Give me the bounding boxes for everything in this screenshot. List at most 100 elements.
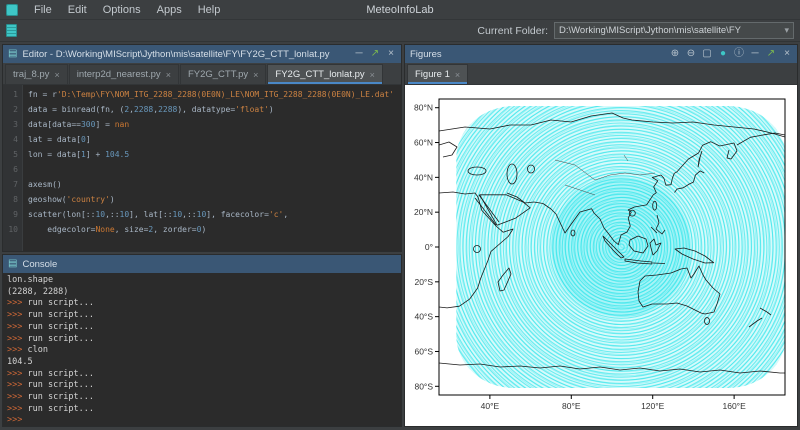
code-line: data = binread(fn, (2,2288,2288), dataty…: [28, 102, 401, 117]
console-line: >>> run script...: [7, 404, 397, 416]
new-script-icon[interactable]: [6, 24, 17, 37]
figures-titlebar[interactable]: Figures ⊕ ⊖ ▢ ● ⓘ ─ ↗ ×: [405, 45, 797, 63]
current-folder-value: D:\Working\MIScript\Jython\mis\satellite…: [559, 25, 780, 36]
map-plot: 40°E80°E120°E160°E80°N60°N40°N20°N0°20°S…: [405, 85, 800, 430]
figures-tabbar: Figure 1 ×: [405, 63, 797, 85]
figures-panel: Figures ⊕ ⊖ ▢ ● ⓘ ─ ↗ × Figure 1 ×: [404, 44, 798, 427]
console-panel: ▤ Console lon.shape(2288, 2288)>>> run s…: [2, 254, 402, 427]
editor-tab-fy2g-ctt[interactable]: FY2G_CTT.py ×: [180, 64, 266, 84]
main-area: ▤ Editor - D:\Working\MIScript\Jython\mi…: [0, 42, 800, 429]
code-line: edgecolor=None, size=2, zorder=0): [28, 222, 401, 237]
editor-tab-interp2d-nearest[interactable]: interp2d_nearest.py ×: [69, 64, 179, 84]
code-line: [28, 162, 401, 177]
zoom-in-icon[interactable]: ⊕: [670, 49, 680, 59]
line-number: 5: [3, 147, 18, 162]
figures-titlebar-buttons: ⊕ ⊖ ▢ ● ⓘ ─ ↗ ×: [670, 49, 792, 59]
menu-bar: File Edit Options Apps Help MeteoInfoLab: [0, 0, 800, 20]
code-editor[interactable]: 12345678910 fn = r'D:\Temp\FY\NOM_ITG_22…: [3, 85, 401, 251]
code-line: lat = data[0]: [28, 132, 401, 147]
figure-1-tab[interactable]: Figure 1 ×: [407, 64, 468, 84]
line-number: 3: [3, 117, 18, 132]
float-icon[interactable]: ↗: [370, 49, 380, 59]
menu-apps[interactable]: Apps: [149, 4, 190, 16]
y-tick-label: 80°S: [414, 381, 433, 391]
y-tick-label: 40°S: [414, 312, 433, 322]
coastline-path: [439, 142, 457, 157]
console-line: >>> run script...: [7, 369, 397, 381]
full-extent-icon[interactable]: ▢: [702, 49, 712, 59]
tab-label: interp2d_nearest.py: [77, 69, 161, 80]
y-tick-label: 20°N: [414, 207, 433, 217]
identify-icon[interactable]: ⓘ: [734, 49, 744, 59]
console-output[interactable]: lon.shape(2288, 2288)>>> run script...>>…: [3, 273, 401, 426]
satellite-scatter-disk: [405, 85, 800, 430]
console-line: >>> run script...: [7, 334, 397, 346]
current-folder-combobox[interactable]: D:\Working\MIScript\Jython\mis\satellite…: [554, 22, 794, 39]
close-icon[interactable]: ×: [370, 70, 375, 80]
figure-canvas[interactable]: 40°E80°E120°E160°E80°N60°N40°N20°N0°20°S…: [405, 85, 797, 426]
editor-titlebar[interactable]: ▤ Editor - D:\Working\MIScript\Jython\mi…: [3, 45, 401, 63]
code-line: fn = r'D:\Temp\FY\NOM_ITG_2288_2288(0E0N…: [28, 87, 401, 102]
x-tick-label: 80°E: [562, 401, 581, 411]
editor-panel-icon: ▤: [8, 49, 17, 59]
editor-tabbar: traj_8.py × interp2d_nearest.py × FY2G_C…: [3, 63, 401, 85]
console-panel-icon: ▤: [8, 259, 17, 269]
console-line: >>> run script...: [7, 392, 397, 404]
code-line: scatter(lon[::10,::10], lat[::10,::10], …: [28, 207, 401, 222]
console-line: 104.5: [7, 357, 397, 369]
y-tick-label: 0°: [425, 242, 433, 252]
menu-file[interactable]: File: [26, 4, 60, 16]
editor-title: Editor - D:\Working\MIScript\Jython\mis\…: [22, 49, 329, 60]
left-column: ▤ Editor - D:\Working\MIScript\Jython\mi…: [2, 44, 402, 427]
animation-icon[interactable]: ●: [718, 49, 728, 59]
close-icon[interactable]: ×: [455, 70, 460, 80]
tab-label: traj_8.py: [13, 69, 49, 80]
chevron-down-icon[interactable]: ▾: [784, 26, 789, 35]
console-titlebar[interactable]: ▤ Console: [3, 255, 401, 273]
line-number: 4: [3, 132, 18, 147]
line-number: 10: [3, 222, 18, 237]
y-tick-label: 60°S: [414, 346, 433, 356]
line-number-gutter: 12345678910: [3, 85, 23, 251]
code-line: geoshow('country'): [28, 192, 401, 207]
close-icon[interactable]: ×: [782, 49, 792, 59]
editor-tab-fy2g-ctt-lonlat[interactable]: FY2G_CTT_lonlat.py ×: [267, 64, 383, 84]
close-icon[interactable]: ×: [386, 49, 396, 59]
application-window: File Edit Options Apps Help MeteoInfoLab…: [0, 0, 800, 429]
minimize-icon[interactable]: ─: [354, 49, 364, 59]
menu-help[interactable]: Help: [190, 4, 229, 16]
console-line: lon.shape: [7, 275, 397, 287]
console-line: >>> run script...: [7, 298, 397, 310]
line-number: 8: [3, 192, 18, 207]
line-number: 6: [3, 162, 18, 177]
console-line: (2288, 2288): [7, 287, 397, 299]
x-tick-label: 160°E: [722, 401, 746, 411]
line-number: 9: [3, 207, 18, 222]
code-line: data[data==300] = nan: [28, 117, 401, 132]
close-icon[interactable]: ×: [54, 70, 59, 80]
app-logo-icon: [6, 4, 18, 16]
tab-label: FY2G_CTT.py: [188, 69, 248, 80]
float-icon[interactable]: ↗: [766, 49, 776, 59]
line-number: 2: [3, 102, 18, 117]
code-text[interactable]: fn = r'D:\Temp\FY\NOM_ITG_2288_2288(0E0N…: [23, 85, 401, 251]
menu-edit[interactable]: Edit: [60, 4, 95, 16]
figures-title: Figures: [410, 49, 442, 60]
editor-tab-traj-8[interactable]: traj_8.py ×: [5, 64, 68, 84]
editor-titlebar-buttons: ─ ↗ ×: [354, 49, 396, 59]
y-tick-label: 20°S: [414, 277, 433, 287]
close-icon[interactable]: ×: [166, 70, 171, 80]
editor-panel: ▤ Editor - D:\Working\MIScript\Jython\mi…: [2, 44, 402, 252]
minimize-icon[interactable]: ─: [750, 49, 760, 59]
console-line: >>> run script...: [7, 322, 397, 334]
close-icon[interactable]: ×: [253, 70, 258, 80]
current-folder-label: Current Folder:: [477, 25, 548, 37]
tab-label: FY2G_CTT_lonlat.py: [275, 69, 364, 80]
zoom-out-icon[interactable]: ⊖: [686, 49, 696, 59]
console-line: >>> run script...: [7, 380, 397, 392]
tab-label: Figure 1: [415, 69, 450, 80]
line-number: 7: [3, 177, 18, 192]
console-line: >>>: [7, 415, 397, 426]
menu-options[interactable]: Options: [95, 4, 149, 16]
line-number: 1: [3, 87, 18, 102]
